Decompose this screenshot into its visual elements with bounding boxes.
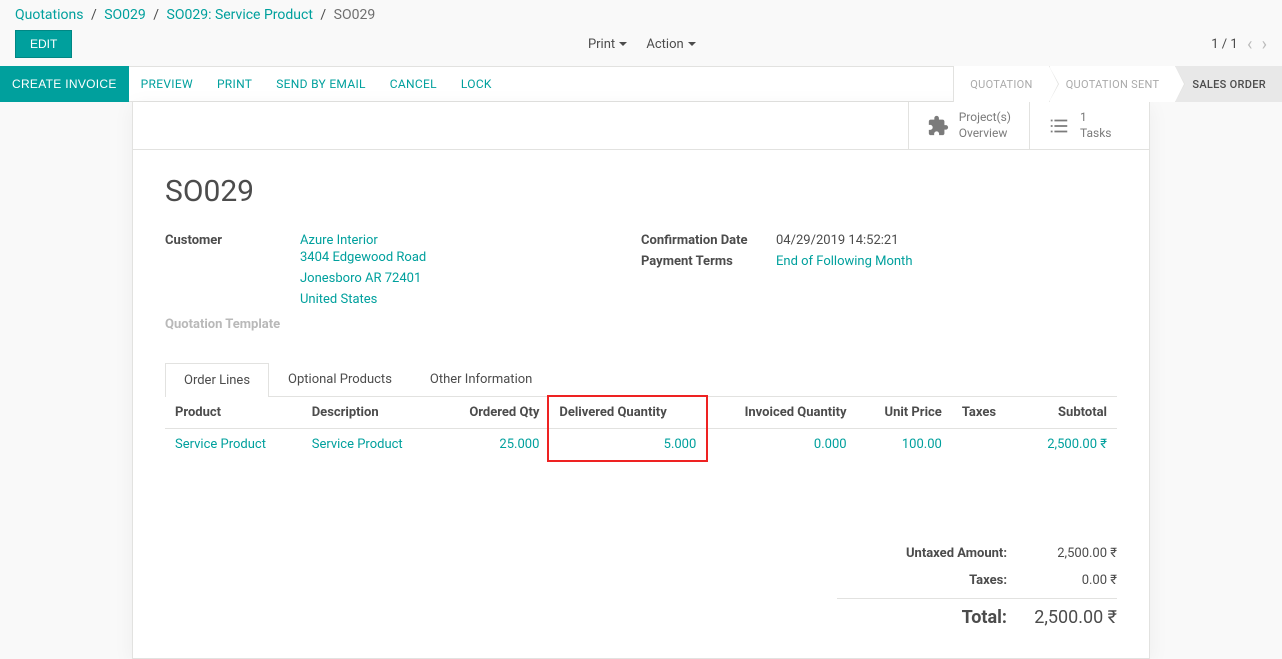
address-country: United States (300, 290, 641, 311)
address-line: Jonesboro AR 72401 (300, 269, 641, 290)
col-description[interactable]: Description (302, 397, 439, 429)
total-label: Total: (837, 607, 1007, 628)
breadcrumb-separator: / (153, 7, 159, 23)
totals: Untaxed Amount: 2,500.00 ₹ Taxes: 0.00 ₹… (837, 540, 1117, 634)
col-taxes[interactable]: Taxes (952, 397, 1019, 429)
confirmation-date-label: Confirmation Date (641, 233, 776, 248)
send-email-button[interactable]: SEND BY EMAIL (264, 77, 378, 91)
cell-delivered-qty: 5.000 (549, 428, 706, 460)
preview-button[interactable]: PREVIEW (129, 77, 205, 91)
col-ordered-qty[interactable]: Ordered Qty (438, 397, 549, 429)
action-dropdown[interactable]: Action (646, 37, 695, 52)
tab-order-lines[interactable]: Order Lines (165, 363, 269, 397)
total-value: 2,500.00 ₹ (1027, 607, 1117, 628)
cell-ordered-qty: 25.000 (438, 428, 549, 460)
tasks-label: Tasks (1080, 126, 1112, 142)
projects-stat-button[interactable]: Project(s) Overview (908, 102, 1029, 149)
cell-description: Service Product (302, 428, 439, 460)
col-subtotal[interactable]: Subtotal (1019, 397, 1117, 429)
lock-button[interactable]: LOCK (449, 77, 504, 91)
tabs: Order Lines Optional Products Other Info… (165, 362, 1117, 397)
form-sheet: Project(s) Overview 1 Tasks SO029 Custom… (132, 102, 1150, 659)
payment-terms-label: Payment Terms (641, 254, 776, 269)
breadcrumb-link[interactable]: SO029 (104, 7, 146, 23)
taxes-label: Taxes: (837, 573, 1007, 588)
table-row[interactable]: Service Product Service Product 25.000 5… (165, 428, 1117, 460)
top-bar: EDIT Print Action 1 / 1 ‹ › (0, 30, 1282, 66)
customer-link[interactable]: Azure Interior (300, 233, 378, 248)
print-button[interactable]: PRINT (205, 77, 264, 91)
tab-other-information[interactable]: Other Information (411, 362, 551, 396)
col-unit-price[interactable]: Unit Price (857, 397, 952, 429)
projects-line1: Project(s) (959, 110, 1011, 126)
payment-terms-link[interactable]: End of Following Month (776, 254, 912, 269)
pager-next-icon[interactable]: › (1262, 34, 1267, 55)
col-delivered-qty[interactable]: Delivered Quantity (549, 397, 706, 429)
breadcrumb: Quotations / SO029 / SO029: Service Prod… (0, 0, 1282, 30)
pager-current: 1 (1211, 36, 1218, 51)
col-invoiced-qty[interactable]: Invoiced Quantity (706, 397, 856, 429)
cell-subtotal: 2,500.00 ₹ (1019, 428, 1117, 460)
status-quotation[interactable]: QUOTATION (953, 66, 1048, 102)
pager: 1 / 1 ‹ › (1211, 34, 1267, 55)
page-title: SO029 (165, 174, 1117, 209)
tasks-count: 1 (1080, 110, 1112, 126)
tab-optional-products[interactable]: Optional Products (269, 362, 411, 396)
cell-product: Service Product (165, 428, 302, 460)
pager-total: 1 (1230, 36, 1237, 51)
action-bar: CREATE INVOICE PREVIEW PRINT SEND BY EMA… (0, 66, 1282, 102)
confirmation-date-value: 04/29/2019 14:52:21 (776, 233, 1117, 248)
taxes-value: 0.00 ₹ (1027, 573, 1117, 588)
pager-prev-icon[interactable]: ‹ (1247, 34, 1252, 55)
cancel-button[interactable]: CANCEL (378, 77, 449, 91)
customer-label: Customer (165, 233, 300, 310)
untaxed-label: Untaxed Amount: (837, 546, 1007, 561)
caret-icon (688, 42, 696, 46)
tasks-icon (1048, 115, 1070, 137)
breadcrumb-link[interactable]: Quotations (15, 7, 83, 23)
breadcrumb-separator: / (91, 7, 97, 23)
edit-button[interactable]: EDIT (15, 30, 72, 58)
breadcrumb-link[interactable]: SO029: Service Product (167, 7, 313, 23)
address-line: 3404 Edgewood Road (300, 248, 641, 269)
cell-unit-price: 100.00 (857, 428, 952, 460)
cell-invoiced-qty: 0.000 (706, 428, 856, 460)
print-dropdown[interactable]: Print (588, 37, 627, 52)
puzzle-icon (927, 115, 949, 137)
cell-taxes (952, 428, 1019, 460)
quotation-template-label: Quotation Template (165, 317, 300, 332)
col-product[interactable]: Product (165, 397, 302, 429)
caret-icon (619, 42, 627, 46)
stat-buttons: Project(s) Overview 1 Tasks (133, 102, 1149, 150)
tasks-stat-button[interactable]: 1 Tasks (1029, 102, 1149, 149)
breadcrumb-current: SO029 (334, 7, 376, 23)
projects-line2: Overview (959, 126, 1011, 142)
create-invoice-button[interactable]: CREATE INVOICE (0, 66, 129, 102)
status-bar: QUOTATION QUOTATION SENT SALES ORDER (953, 66, 1282, 102)
status-sales-order[interactable]: SALES ORDER (1175, 66, 1282, 102)
untaxed-value: 2,500.00 ₹ (1027, 546, 1117, 561)
breadcrumb-separator: / (320, 7, 326, 23)
table-header-row: Product Description Ordered Qty Delivere… (165, 397, 1117, 429)
status-quotation-sent[interactable]: QUOTATION SENT (1049, 66, 1176, 102)
order-lines-table: Product Description Ordered Qty Delivere… (165, 397, 1117, 460)
